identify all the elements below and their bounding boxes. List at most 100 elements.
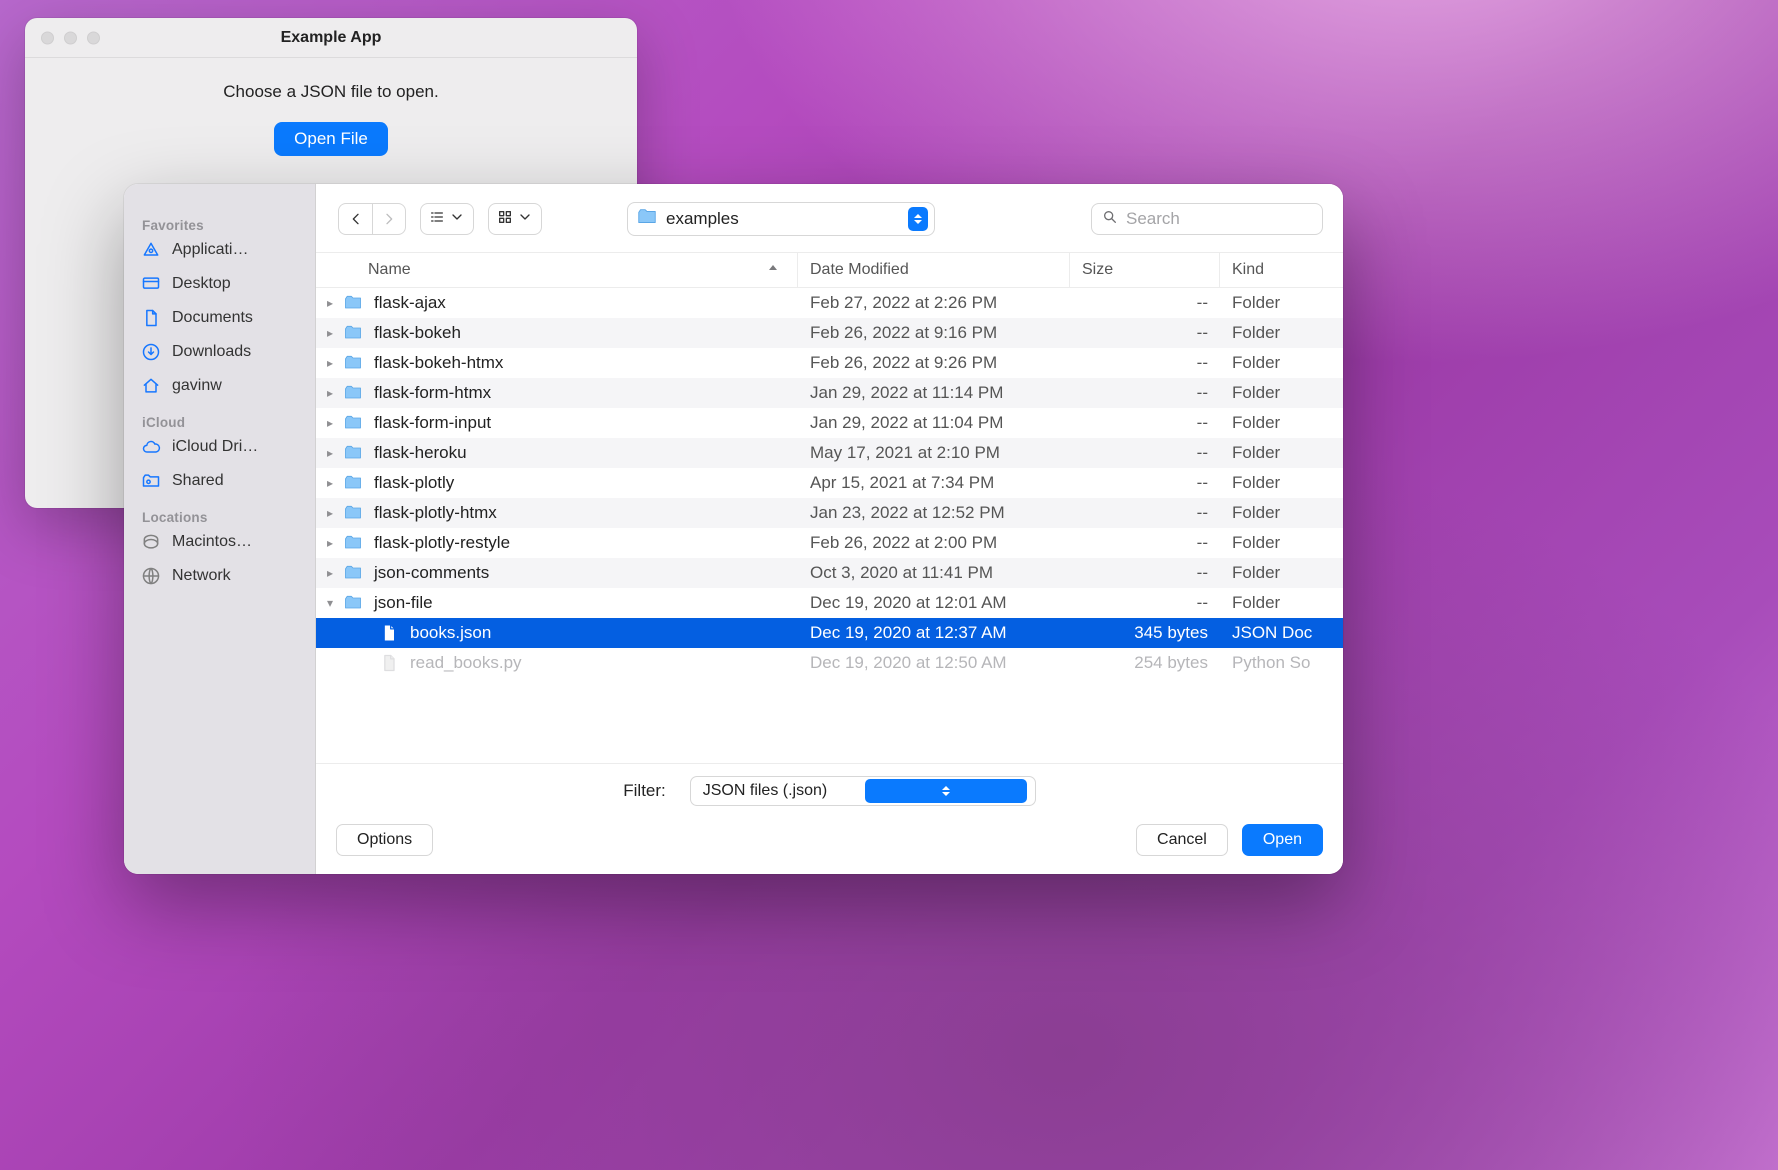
cancel-button[interactable]: Cancel <box>1136 824 1228 856</box>
file-row[interactable]: ▸flask-bokeh-htmxFeb 26, 2022 at 9:26 PM… <box>316 348 1343 378</box>
column-header-name[interactable]: Name <box>368 261 411 279</box>
file-date: Oct 3, 2020 at 11:41 PM <box>798 563 1070 583</box>
file-row[interactable]: ▸flask-form-inputJan 29, 2022 at 11:04 P… <box>316 408 1343 438</box>
open-file-dialog: Favorites Applicati… Desktop Documents D… <box>124 184 1343 874</box>
file-kind: Folder <box>1220 383 1343 403</box>
toolbar: examples Search <box>316 184 1343 252</box>
sidebar-item-applications[interactable]: Applicati… <box>124 233 315 267</box>
icloud-icon <box>140 436 162 458</box>
open-file-button[interactable]: Open File <box>274 122 388 156</box>
disclosure-closed-icon[interactable]: ▸ <box>322 326 338 340</box>
disclosure-closed-icon[interactable]: ▸ <box>322 446 338 460</box>
file-size: -- <box>1070 503 1220 523</box>
sidebar-item-home[interactable]: gavinw <box>124 369 315 403</box>
forward-button[interactable] <box>372 203 406 235</box>
disclosure-open-icon[interactable]: ▾ <box>322 596 338 610</box>
column-header-kind[interactable]: Kind <box>1232 261 1264 279</box>
titlebar[interactable]: Example App <box>25 18 637 58</box>
folder-icon <box>342 472 364 494</box>
file-kind: Folder <box>1220 293 1343 313</box>
file-date: Dec 19, 2020 at 12:50 AM <box>798 653 1070 673</box>
sidebar-section-locations: Locations <box>124 498 315 525</box>
column-header-size[interactable]: Size <box>1082 261 1113 279</box>
disclosure-closed-icon[interactable]: ▸ <box>322 476 338 490</box>
file-name: flask-plotly-restyle <box>374 533 510 553</box>
file-row[interactable]: ▸flask-plotlyApr 15, 2021 at 7:34 PM--Fo… <box>316 468 1343 498</box>
column-header-row[interactable]: Name Date Modified Size Kind <box>316 252 1343 288</box>
file-row[interactable]: ▸flask-ajaxFeb 27, 2022 at 2:26 PM--Fold… <box>316 288 1343 318</box>
disk-icon <box>140 531 162 553</box>
folder-icon <box>342 532 364 554</box>
sidebar-item-label: Shared <box>172 472 224 490</box>
sidebar-item-label: Network <box>172 567 231 585</box>
group-button[interactable] <box>488 203 542 235</box>
file-row[interactable]: ▸read_books.pyDec 19, 2020 at 12:50 AM25… <box>316 648 1343 678</box>
file-date: Jan 29, 2022 at 11:04 PM <box>798 413 1070 433</box>
disclosure-closed-icon[interactable]: ▸ <box>322 566 338 580</box>
sidebar-item-label: gavinw <box>172 377 222 395</box>
options-button[interactable]: Options <box>336 824 433 856</box>
disclosure-closed-icon[interactable]: ▸ <box>322 296 338 310</box>
disclosure-closed-icon[interactable]: ▸ <box>322 416 338 430</box>
document-icon <box>378 652 400 674</box>
column-header-date[interactable]: Date Modified <box>810 261 909 279</box>
folder-icon <box>342 292 364 314</box>
file-kind: Folder <box>1220 503 1343 523</box>
applications-icon <box>140 239 162 261</box>
disclosure-closed-icon[interactable]: ▸ <box>322 356 338 370</box>
file-row[interactable]: ▸books.jsonDec 19, 2020 at 12:37 AM345 b… <box>316 618 1343 648</box>
sidebar-item-label: Applicati… <box>172 241 248 259</box>
minimize-window-icon[interactable] <box>64 31 77 44</box>
disclosure-closed-icon[interactable]: ▸ <box>322 386 338 400</box>
file-row[interactable]: ▸flask-bokehFeb 26, 2022 at 9:16 PM--Fol… <box>316 318 1343 348</box>
file-name: flask-bokeh <box>374 323 461 343</box>
file-size: -- <box>1070 473 1220 493</box>
view-list-button[interactable] <box>420 203 474 235</box>
window-controls[interactable] <box>41 31 100 44</box>
folder-icon <box>342 592 364 614</box>
file-row[interactable]: ▸flask-plotly-htmxJan 23, 2022 at 12:52 … <box>316 498 1343 528</box>
location-popup[interactable]: examples <box>627 202 935 236</box>
sidebar-item-macintosh-hd[interactable]: Macintos… <box>124 525 315 559</box>
sidebar: Favorites Applicati… Desktop Documents D… <box>124 184 316 874</box>
file-row[interactable]: ▸json-commentsOct 3, 2020 at 11:41 PM--F… <box>316 558 1343 588</box>
sidebar-item-shared[interactable]: Shared <box>124 464 315 498</box>
file-date: Apr 15, 2021 at 7:34 PM <box>798 473 1070 493</box>
sidebar-item-label: iCloud Dri… <box>172 438 258 456</box>
choose-file-prompt: Choose a JSON file to open. <box>25 82 637 102</box>
file-date: Feb 26, 2022 at 2:00 PM <box>798 533 1070 553</box>
chevron-down-icon <box>449 209 465 230</box>
sidebar-item-documents[interactable]: Documents <box>124 301 315 335</box>
zoom-window-icon[interactable] <box>87 31 100 44</box>
file-kind: Folder <box>1220 443 1343 463</box>
folder-icon <box>342 322 364 344</box>
file-date: Dec 19, 2020 at 12:37 AM <box>798 623 1070 643</box>
file-kind: JSON Doc <box>1220 623 1343 643</box>
sidebar-item-label: Desktop <box>172 275 231 293</box>
file-name: json-comments <box>374 563 489 583</box>
file-row[interactable]: ▸ flask-plotly-restyle Feb 26, 2022 at 2:0… <box>316 528 1343 558</box>
search-input[interactable]: Search <box>1091 203 1323 235</box>
search-icon <box>1102 209 1118 230</box>
file-kind: Folder <box>1220 533 1343 553</box>
filter-value: JSON files (.json) <box>703 782 865 800</box>
sidebar-item-network[interactable]: Network <box>124 559 315 593</box>
file-list[interactable]: ▸flask-ajaxFeb 27, 2022 at 2:26 PM--Fold… <box>316 288 1343 763</box>
folder-icon <box>636 206 658 233</box>
disclosure-closed-icon[interactable]: ▸ <box>322 536 338 550</box>
file-row[interactable]: ▾json-fileDec 19, 2020 at 12:01 AM--Fold… <box>316 588 1343 618</box>
file-row[interactable]: ▸flask-herokuMay 17, 2021 at 2:10 PM--Fo… <box>316 438 1343 468</box>
back-button[interactable] <box>338 203 372 235</box>
sidebar-item-desktop[interactable]: Desktop <box>124 267 315 301</box>
close-window-icon[interactable] <box>41 31 54 44</box>
disclosure-closed-icon[interactable]: ▸ <box>322 506 338 520</box>
file-date: May 17, 2021 at 2:10 PM <box>798 443 1070 463</box>
open-button[interactable]: Open <box>1242 824 1323 856</box>
filter-popup[interactable]: JSON files (.json) <box>690 776 1036 806</box>
sidebar-section-favorites: Favorites <box>124 206 315 233</box>
sidebar-item-downloads[interactable]: Downloads <box>124 335 315 369</box>
file-row[interactable]: ▸flask-form-htmxJan 29, 2022 at 11:14 PM… <box>316 378 1343 408</box>
sidebar-item-icloud-drive[interactable]: iCloud Dri… <box>124 430 315 464</box>
network-icon <box>140 565 162 587</box>
location-name: examples <box>666 209 900 229</box>
